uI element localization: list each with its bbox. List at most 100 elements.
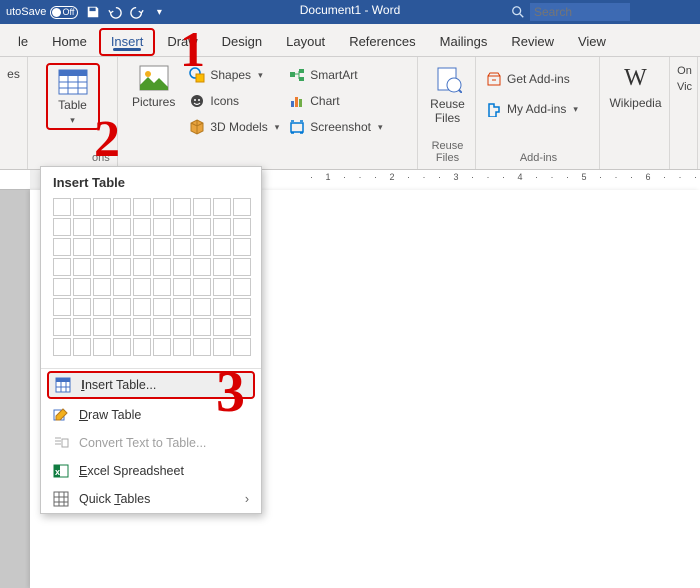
grid-cell[interactable] — [213, 238, 231, 256]
grid-cell[interactable] — [93, 318, 111, 336]
grid-cell[interactable] — [153, 278, 171, 296]
grid-cell[interactable] — [213, 278, 231, 296]
chevron-down-icon[interactable]: ▾ — [152, 5, 166, 19]
grid-cell[interactable] — [173, 198, 191, 216]
smartart-button[interactable]: SmartArt — [289, 65, 382, 85]
grid-cell[interactable] — [193, 198, 211, 216]
grid-cell[interactable] — [173, 298, 191, 316]
grid-cell[interactable] — [133, 278, 151, 296]
grid-cell[interactable] — [173, 218, 191, 236]
table-grid-picker[interactable] — [41, 196, 261, 366]
grid-cell[interactable] — [133, 258, 151, 276]
screenshot-button[interactable]: Screenshot▾ — [289, 117, 382, 137]
grid-cell[interactable] — [73, 318, 91, 336]
grid-cell[interactable] — [233, 278, 251, 296]
grid-cell[interactable] — [53, 338, 71, 356]
grid-cell[interactable] — [53, 258, 71, 276]
menu-excel-spreadsheet[interactable]: x Excel Spreadsheet — [41, 457, 261, 485]
grid-cell[interactable] — [73, 238, 91, 256]
grid-cell[interactable] — [233, 258, 251, 276]
tab-insert[interactable]: Insert — [99, 28, 156, 56]
grid-cell[interactable] — [53, 298, 71, 316]
menu-quick-tables[interactable]: Quick Tables › — [41, 485, 261, 513]
grid-cell[interactable] — [213, 218, 231, 236]
grid-cell[interactable] — [113, 258, 131, 276]
grid-cell[interactable] — [73, 338, 91, 356]
tab-home[interactable]: Home — [40, 28, 99, 56]
grid-cell[interactable] — [233, 298, 251, 316]
grid-cell[interactable] — [193, 278, 211, 296]
grid-cell[interactable] — [113, 298, 131, 316]
grid-cell[interactable] — [133, 318, 151, 336]
grid-cell[interactable] — [133, 218, 151, 236]
tab-design[interactable]: Design — [210, 28, 274, 56]
grid-cell[interactable] — [173, 278, 191, 296]
pictures-button[interactable]: Pictures — [128, 63, 179, 111]
reuse-files-button[interactable]: Reuse Files — [426, 63, 469, 127]
table-button[interactable]: Table ▾ — [46, 63, 100, 130]
grid-cell[interactable] — [73, 298, 91, 316]
grid-cell[interactable] — [153, 298, 171, 316]
grid-cell[interactable] — [53, 198, 71, 216]
tab-mailings[interactable]: Mailings — [428, 28, 500, 56]
grid-cell[interactable] — [93, 238, 111, 256]
grid-cell[interactable] — [153, 258, 171, 276]
chart-button[interactable]: Chart — [289, 91, 382, 111]
grid-cell[interactable] — [93, 218, 111, 236]
grid-cell[interactable] — [133, 238, 151, 256]
grid-cell[interactable] — [113, 318, 131, 336]
grid-cell[interactable] — [53, 218, 71, 236]
grid-cell[interactable] — [73, 258, 91, 276]
grid-cell[interactable] — [113, 218, 131, 236]
tab-view[interactable]: View — [566, 28, 618, 56]
3d-models-button[interactable]: 3D Models▾ — [189, 117, 279, 137]
grid-cell[interactable] — [193, 238, 211, 256]
grid-cell[interactable] — [173, 238, 191, 256]
menu-draw-table[interactable]: Draw Table — [41, 401, 261, 429]
autosave-toggle[interactable]: utoSave Off — [6, 6, 78, 19]
my-addins-button[interactable]: My Add-ins▾ — [486, 99, 591, 119]
grid-cell[interactable] — [93, 298, 111, 316]
coverpage-icon[interactable]: es — [7, 67, 20, 81]
grid-cell[interactable] — [113, 338, 131, 356]
online-video-button[interactable]: On Vic — [673, 63, 696, 95]
grid-cell[interactable] — [133, 198, 151, 216]
grid-cell[interactable] — [193, 218, 211, 236]
grid-cell[interactable] — [193, 338, 211, 356]
grid-cell[interactable] — [113, 238, 131, 256]
grid-cell[interactable] — [93, 338, 111, 356]
search-input[interactable] — [530, 3, 630, 21]
grid-cell[interactable] — [113, 278, 131, 296]
tab-review[interactable]: Review — [499, 28, 566, 56]
grid-cell[interactable] — [153, 338, 171, 356]
tab-file[interactable]: le — [6, 28, 40, 56]
grid-cell[interactable] — [213, 198, 231, 216]
grid-cell[interactable] — [173, 258, 191, 276]
search-box[interactable] — [511, 0, 630, 24]
grid-cell[interactable] — [233, 318, 251, 336]
tab-references[interactable]: References — [337, 28, 427, 56]
grid-cell[interactable] — [93, 258, 111, 276]
grid-cell[interactable] — [93, 198, 111, 216]
grid-cell[interactable] — [153, 238, 171, 256]
grid-cell[interactable] — [193, 258, 211, 276]
grid-cell[interactable] — [173, 318, 191, 336]
redo-icon[interactable] — [130, 5, 144, 19]
shapes-button[interactable]: Shapes▾ — [189, 65, 279, 85]
grid-cell[interactable] — [233, 338, 251, 356]
tab-layout[interactable]: Layout — [274, 28, 337, 56]
tab-draw[interactable]: Draw — [155, 28, 209, 56]
grid-cell[interactable] — [233, 238, 251, 256]
grid-cell[interactable] — [133, 338, 151, 356]
icons-button[interactable]: Icons — [189, 91, 279, 111]
wikipedia-button[interactable]: W Wikipedia — [605, 63, 665, 112]
grid-cell[interactable] — [213, 258, 231, 276]
grid-cell[interactable] — [213, 318, 231, 336]
grid-cell[interactable] — [193, 298, 211, 316]
grid-cell[interactable] — [213, 298, 231, 316]
grid-cell[interactable] — [73, 218, 91, 236]
grid-cell[interactable] — [233, 218, 251, 236]
get-addins-button[interactable]: Get Add-ins — [486, 69, 591, 89]
save-icon[interactable] — [86, 5, 100, 19]
undo-icon[interactable] — [108, 5, 122, 19]
